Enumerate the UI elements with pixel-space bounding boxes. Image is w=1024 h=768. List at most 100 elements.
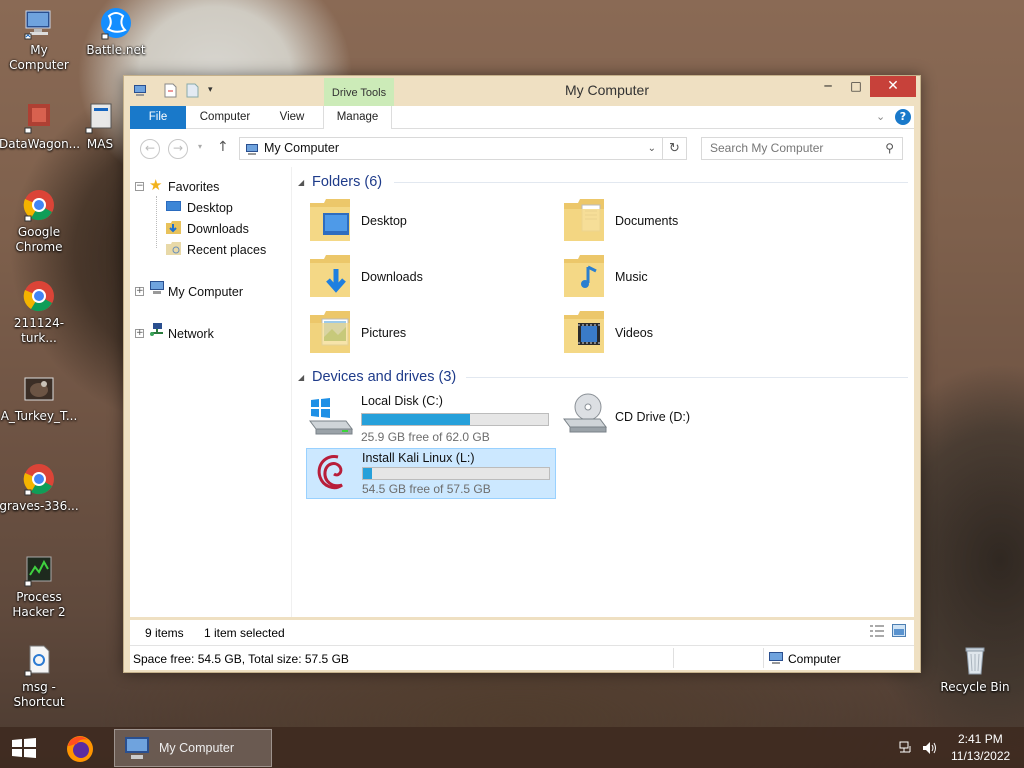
help-icon[interactable]: ? [895,109,911,125]
qat-customize-icon[interactable]: ▾ [208,85,213,95]
tab-manage[interactable]: Manage [323,106,392,129]
refresh-button[interactable]: ↻ [663,137,687,160]
desktop-icon-label: graves-336... [0,499,79,513]
close-button[interactable]: ✕ [870,76,916,97]
nav-favorite-downloads[interactable]: Downloads [187,222,249,236]
nav-favorite-recent-places[interactable]: Recent places [187,243,266,257]
network-tray-icon[interactable] [898,740,914,759]
desktop-folder-icon [166,201,181,216]
folder-videos[interactable]: Videos [560,309,800,361]
taskbar: My Computer 2:41 PM 11/13/2022 [0,727,1024,768]
desktop-icon-label: DataWagon... [0,137,81,151]
drives-group-header[interactable]: Devices and drives (3) [312,369,456,385]
clock-date[interactable]: 11/13/2022 [951,749,1010,763]
clock-time[interactable]: 2:41 PM [958,732,1003,746]
chrome-icon [22,462,56,496]
folder-music[interactable]: Music [560,253,800,305]
folder-downloads[interactable]: Downloads [306,253,546,305]
address-dropdown-icon[interactable]: ⌄ [648,138,656,159]
nav-network[interactable]: Network [168,327,214,341]
search-input[interactable]: Search My Computer ⚲ [701,137,903,160]
explorer-window[interactable]: ▾ Drive Tools My Computer ─ □ ✕ File Com… [123,75,921,673]
firefox-taskbar-icon[interactable] [64,732,96,767]
folder-documents[interactable]: Documents [560,197,800,249]
nav-favorites[interactable]: Favorites [168,180,219,194]
ribbon-expand-icon[interactable]: ⌄ [876,110,885,123]
tab-computer[interactable]: Computer [192,106,258,129]
desktop-icon-graves[interactable]: graves-336... [0,462,79,514]
drive-usage-fill [362,414,470,425]
drive-name: CD Drive (D:) [615,410,690,424]
refresh-icon: ↻ [669,141,680,156]
details-view-icon[interactable] [870,625,884,640]
desktop-icon-msg-shortcut[interactable]: msg - Shortcut [0,643,79,710]
minimize-button[interactable]: ─ [814,76,842,97]
cd-drive-icon [562,391,608,438]
taskbar-explorer-button[interactable]: My Computer [114,729,272,767]
desktop-icon-turkey-image[interactable]: A_Turkey_T... [0,372,79,424]
up-button[interactable]: ↑ [217,139,229,155]
drive-name: Install Kali Linux (L:) [362,451,475,465]
desktop-icon-label: msg - Shortcut [13,680,65,709]
folder-pictures[interactable]: Pictures [306,309,546,361]
my-computer-expand-toggle[interactable]: + [135,287,144,296]
drive-d[interactable]: CD Drive (D:) [560,391,810,445]
nav-favorite-desktop[interactable]: Desktop [187,201,233,215]
drive-usage-bar [362,467,550,480]
back-button[interactable]: ← [140,139,160,159]
drive-l-selected[interactable]: Install Kali Linux (L:) 54.5 GB free of … [306,448,556,499]
search-placeholder: Search My Computer [710,141,824,155]
item-count: 9 items [145,626,184,640]
title-bar[interactable]: ▾ Drive Tools My Computer ─ □ ✕ [124,76,920,106]
details-bar: Space free: 54.5 GB, Total size: 57.5 GB… [130,645,914,670]
search-icon[interactable]: ⚲ [885,138,894,159]
desktop-icon-google-chrome[interactable]: Google Chrome [0,188,79,255]
tab-file[interactable]: File [130,106,186,129]
window-title: My Computer [564,82,650,98]
close-icon: ✕ [887,78,899,94]
chrome-icon [22,188,56,222]
desktop-icon-battlenet[interactable]: Battle.net [76,6,156,58]
drives-collapse-icon[interactable]: ◢ [298,373,304,382]
tiles-view-icon[interactable] [892,624,906,640]
network-expand-toggle[interactable]: + [135,329,144,338]
folders-group-header[interactable]: Folders (6) [312,174,382,190]
desktop-icon-label: MAS [86,137,114,151]
qat-new-folder-icon[interactable] [186,83,199,101]
favorites-collapse-toggle[interactable]: − [135,182,144,191]
volume-tray-icon[interactable] [921,740,937,759]
desktop-folder-icon [310,197,350,241]
desktop-icon-label: Battle.net [86,43,146,57]
recent-locations-chevron-icon[interactable]: ▾ [198,142,202,151]
folder-desktop[interactable]: Desktop [306,197,546,249]
tab-view[interactable]: View [264,106,320,129]
navigation-pane: − ★ Favorites Desktop Downloads Recent p… [130,167,292,617]
computer-icon [149,280,165,298]
folder-label: Downloads [361,270,423,284]
documents-folder-icon [564,197,604,241]
desktop-icon-recycle-bin[interactable]: Recycle Bin [935,643,1015,695]
address-bar[interactable]: My Computer ⌄ [239,137,663,160]
drive-usage-bar [361,413,549,426]
window-app-icon[interactable] [133,84,147,100]
forward-button[interactable]: → [168,139,188,159]
computer-icon [22,6,56,40]
drive-c[interactable]: Local Disk (C:) 25.9 GB free of 62.0 GB [306,391,556,445]
nav-my-computer[interactable]: My Computer [168,285,243,299]
desktop-icon-mas[interactable]: MAS [76,100,124,152]
desktop-icon-label: My Computer [9,43,69,72]
desktop-icon-turkey-file[interactable]: 211124-turk... [0,279,79,346]
chrome-icon [22,279,56,313]
start-button[interactable] [10,738,38,761]
desktop-icon-process-hacker[interactable]: Process Hacker 2 [0,553,79,620]
desktop-icon-my-computer[interactable]: My Computer [0,6,79,73]
star-icon: ★ [149,176,163,194]
recent-places-icon [166,242,181,258]
downloads-folder-icon [166,221,181,237]
videos-folder-icon [564,309,604,353]
maximize-button[interactable]: □ [842,76,870,97]
folders-collapse-icon[interactable]: ◢ [298,178,304,187]
desktop-icon-datawagon[interactable]: DataWagon... [0,100,81,152]
battlenet-icon [99,6,133,40]
qat-properties-icon[interactable] [164,83,177,101]
